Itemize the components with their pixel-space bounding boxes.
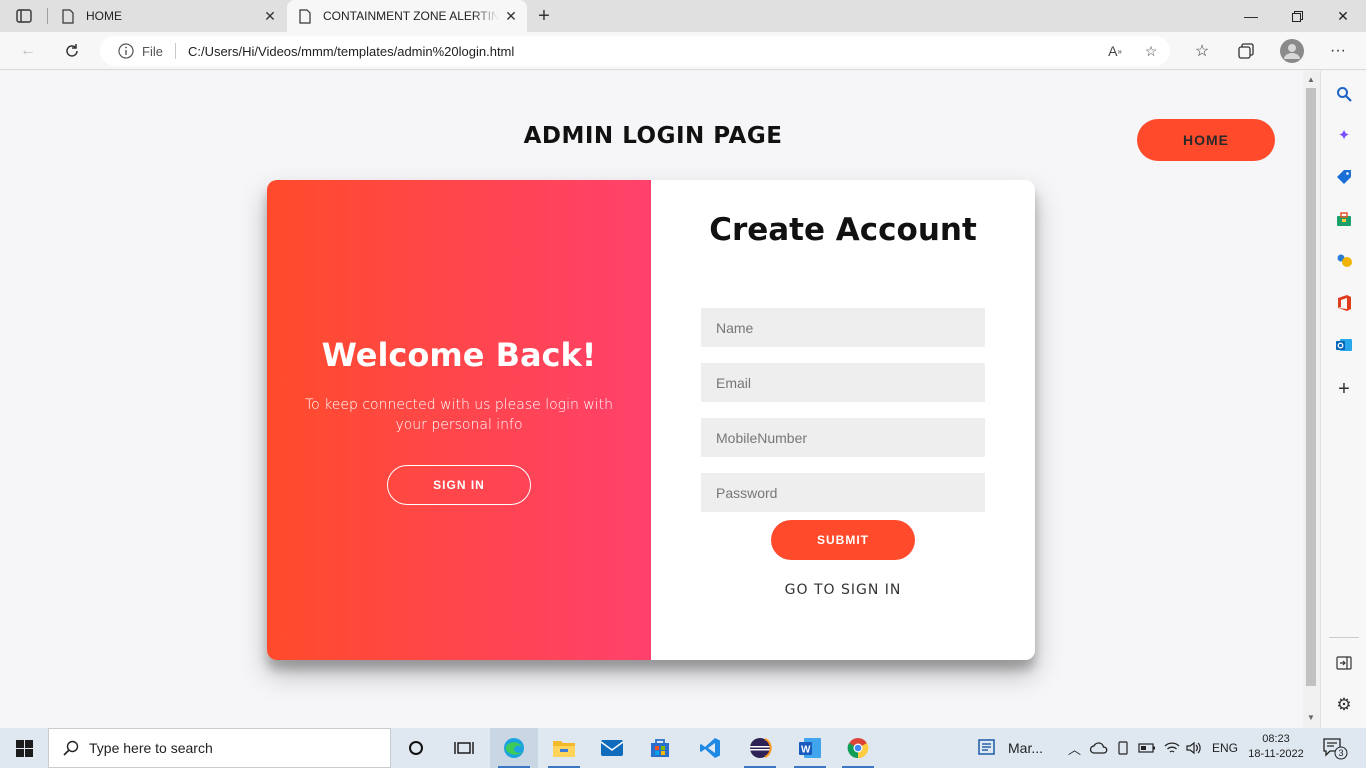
- minimize-icon[interactable]: —: [1228, 0, 1274, 32]
- create-account-form: Create Account Name Email MobileNumber P…: [651, 180, 1035, 660]
- search-icon: [61, 738, 81, 758]
- tab-actions-icon[interactable]: [8, 4, 40, 28]
- restore-icon[interactable]: [1274, 0, 1320, 32]
- news-icon: [978, 739, 995, 755]
- search-icon[interactable]: [1333, 83, 1355, 105]
- store-icon[interactable]: [636, 728, 684, 768]
- page-title: ADMIN LOGIN PAGE: [523, 123, 783, 149]
- page-icon: [60, 8, 76, 24]
- shopping-tag-icon[interactable]: [1333, 166, 1355, 188]
- tab-strip: HOME ✕ CONTAINMENT ZONE ALERTING ✕ + — ✕: [0, 0, 1366, 32]
- email-field[interactable]: Email: [701, 363, 985, 402]
- overlay-panel: Welcome Back! To keep connected with us …: [267, 180, 651, 660]
- scroll-thumb[interactable]: [1306, 88, 1316, 686]
- cortana-icon[interactable]: [392, 728, 440, 768]
- edge-sidebar: ✦ + ⚙: [1320, 71, 1366, 728]
- volume-icon[interactable]: [1186, 728, 1202, 768]
- favorites-icon[interactable]: ☆: [1188, 37, 1216, 65]
- svg-text:W: W: [801, 745, 811, 756]
- windows-start-icon[interactable]: [0, 728, 48, 768]
- add-icon[interactable]: +: [1333, 378, 1355, 400]
- close-icon[interactable]: ✕: [499, 4, 523, 28]
- welcome-text: To keep connected with us please login w…: [305, 397, 613, 433]
- address-divider: [174, 43, 176, 59]
- profile-avatar[interactable]: [1278, 37, 1306, 65]
- tab-containment[interactable]: CONTAINMENT ZONE ALERTING ✕: [287, 0, 527, 32]
- tab-title: CONTAINMENT ZONE ALERTING: [323, 9, 499, 23]
- info-icon[interactable]: [118, 43, 134, 59]
- tools-icon[interactable]: [1333, 208, 1355, 230]
- back-icon[interactable]: ←: [14, 37, 42, 65]
- battery-icon[interactable]: [1138, 728, 1156, 768]
- submit-button[interactable]: SUBMIT: [771, 520, 915, 560]
- onedrive-icon[interactable]: [1090, 728, 1108, 768]
- tab-title: HOME: [86, 9, 122, 23]
- taskbar-search[interactable]: Type here to search: [48, 728, 391, 768]
- scroll-down-icon[interactable]: ▼: [1307, 713, 1315, 722]
- news-label: Mar...: [1008, 740, 1044, 756]
- scroll-up-icon[interactable]: ▲: [1307, 75, 1315, 84]
- word-icon[interactable]: W: [786, 728, 834, 768]
- search-placeholder: Type here to search: [89, 740, 213, 756]
- system-clock[interactable]: 08:23 18-11-2022: [1244, 732, 1308, 762]
- scheme-label: File: [142, 43, 163, 59]
- games-icon[interactable]: [1333, 250, 1355, 272]
- password-field[interactable]: Password: [701, 473, 985, 512]
- refresh-icon[interactable]: [58, 37, 86, 65]
- vertical-scrollbar[interactable]: ▲ ▼: [1303, 71, 1320, 728]
- sidebar-divider: [1329, 637, 1359, 638]
- name-field[interactable]: Name: [701, 308, 985, 347]
- address-bar[interactable]: File C:/Users/Hi/Videos/mmm/templates/ad…: [100, 36, 1170, 66]
- hide-sidebar-icon[interactable]: [1333, 652, 1355, 674]
- add-favorite-icon[interactable]: ☆: [1136, 36, 1166, 66]
- welcome-heading: Welcome Back!: [321, 336, 597, 374]
- url-text[interactable]: C:/Users/Hi/Videos/mmm/templates/admin%2…: [188, 44, 514, 59]
- notifications-icon[interactable]: 3: [1322, 728, 1348, 768]
- page-viewport: ADMIN LOGIN PAGE HOME Welcome Back! To k…: [0, 71, 1303, 728]
- clock-time: 08:23: [1262, 733, 1290, 745]
- mail-icon[interactable]: [588, 728, 636, 768]
- notification-count: 3: [1338, 748, 1344, 758]
- read-aloud-icon[interactable]: A»: [1100, 36, 1130, 66]
- navigation-bar: ← File C:/Users/Hi/Videos/mmm/templates/…: [0, 32, 1366, 70]
- clock-date: 18-11-2022: [1248, 748, 1304, 760]
- sign-in-button[interactable]: SIGN IN: [387, 465, 531, 505]
- form-heading: Create Account: [709, 212, 977, 248]
- chrome-icon[interactable]: [834, 728, 882, 768]
- login-card: Welcome Back! To keep connected with us …: [267, 180, 1035, 660]
- new-tab-icon[interactable]: +: [532, 4, 556, 28]
- window-close-icon[interactable]: ✕: [1320, 0, 1366, 32]
- edge-app-icon[interactable]: [490, 728, 538, 768]
- news-widget[interactable]: Mar...: [978, 728, 1043, 768]
- home-button[interactable]: HOME: [1137, 119, 1275, 161]
- wifi-icon[interactable]: [1164, 728, 1180, 768]
- sparkle-icon[interactable]: ✦: [1333, 124, 1355, 146]
- task-view-icon[interactable]: [440, 728, 488, 768]
- outlook-icon[interactable]: [1333, 334, 1355, 356]
- settings-icon[interactable]: ⚙: [1333, 694, 1355, 716]
- close-icon[interactable]: ✕: [258, 4, 282, 28]
- vscode-icon[interactable]: [686, 728, 734, 768]
- collections-icon[interactable]: [1232, 37, 1260, 65]
- tab-home[interactable]: HOME ✕: [50, 0, 286, 32]
- taskbar: Type here to search W Mar... ︿ ENG 08:23…: [0, 728, 1366, 768]
- go-to-sign-in-link[interactable]: GO TO SIGN IN: [651, 582, 1035, 598]
- show-hidden-icons[interactable]: ︿: [1068, 728, 1081, 768]
- language-indicator[interactable]: ENG: [1212, 728, 1238, 768]
- file-explorer-icon[interactable]: [540, 728, 588, 768]
- more-icon[interactable]: ···: [1324, 37, 1352, 65]
- device-icon[interactable]: [1116, 728, 1130, 768]
- eclipse-icon[interactable]: [736, 728, 784, 768]
- tab-separator: [47, 8, 48, 24]
- mobile-number-field[interactable]: MobileNumber: [701, 418, 985, 457]
- office-icon[interactable]: [1333, 292, 1355, 314]
- page-icon: [297, 8, 313, 24]
